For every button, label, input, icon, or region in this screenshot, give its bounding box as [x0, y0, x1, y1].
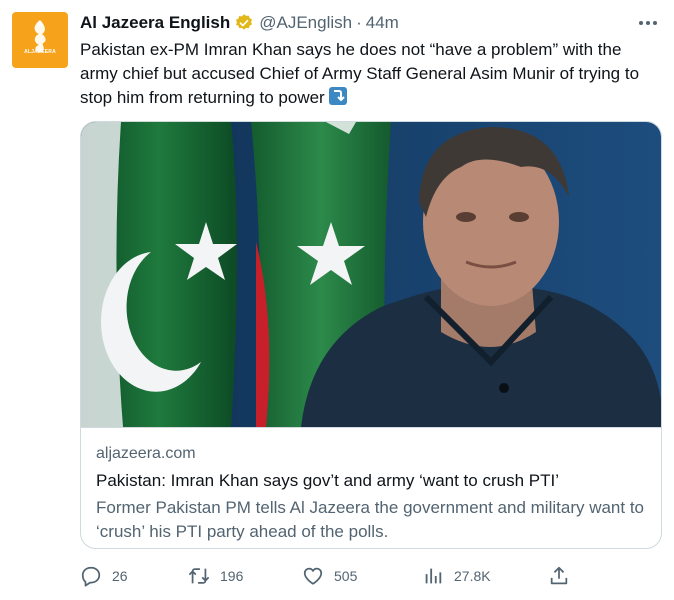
aljazeera-logo-icon [34, 20, 46, 52]
views-icon [425, 568, 442, 584]
card-title: Pakistan: Imran Khan says gov’t and army… [96, 471, 559, 490]
retweet-icon [188, 568, 210, 584]
like-button[interactable]: 505 [302, 564, 357, 588]
card-meta[interactable]: aljazeera.com Pakistan: Imran Khan says … [81, 427, 661, 548]
like-icon [303, 567, 323, 585]
arrow-down-right-emoji-icon [328, 87, 347, 105]
separator: · [356, 13, 362, 32]
reply-count: 26 [112, 568, 128, 584]
retweet-count: 196 [220, 568, 244, 584]
timestamp[interactable]: 44m [366, 13, 399, 33]
like-count: 505 [334, 568, 358, 584]
views-count: 27.8K [454, 568, 491, 584]
link-card[interactable]: aljazeera.com Pakistan: Imran Khan says … [80, 121, 662, 549]
verified-badge-icon[interactable] [234, 13, 254, 33]
retweet-button[interactable]: 196 [188, 564, 243, 588]
author-name[interactable]: Al Jazeera English [80, 13, 230, 33]
share-button[interactable] [548, 564, 580, 588]
avatar[interactable]: ALJAZEERA [12, 12, 68, 68]
card-image[interactable] [81, 122, 662, 427]
avatar-label: ALJAZEERA [24, 49, 56, 55]
tweet-body: Pakistan ex-PM Imran Khan says he does n… [80, 38, 660, 110]
action-bar: 26 196 505 27.8K [80, 564, 580, 588]
tweet-text: Pakistan ex-PM Imran Khan says he does n… [80, 40, 640, 107]
share-icon [550, 566, 568, 585]
reply-icon [81, 566, 101, 587]
more-icon[interactable] [634, 12, 662, 34]
card-domain: aljazeera.com [96, 445, 196, 462]
tweet-header: Al Jazeera English @AJEnglish · 44m [80, 12, 399, 34]
author-handle[interactable]: @AJEnglish [259, 13, 352, 33]
card-description: Former Pakistan PM tells Al Jazeera the … [96, 498, 645, 541]
views-button[interactable]: 27.8K [422, 564, 491, 588]
reply-button[interactable]: 26 [80, 564, 128, 588]
